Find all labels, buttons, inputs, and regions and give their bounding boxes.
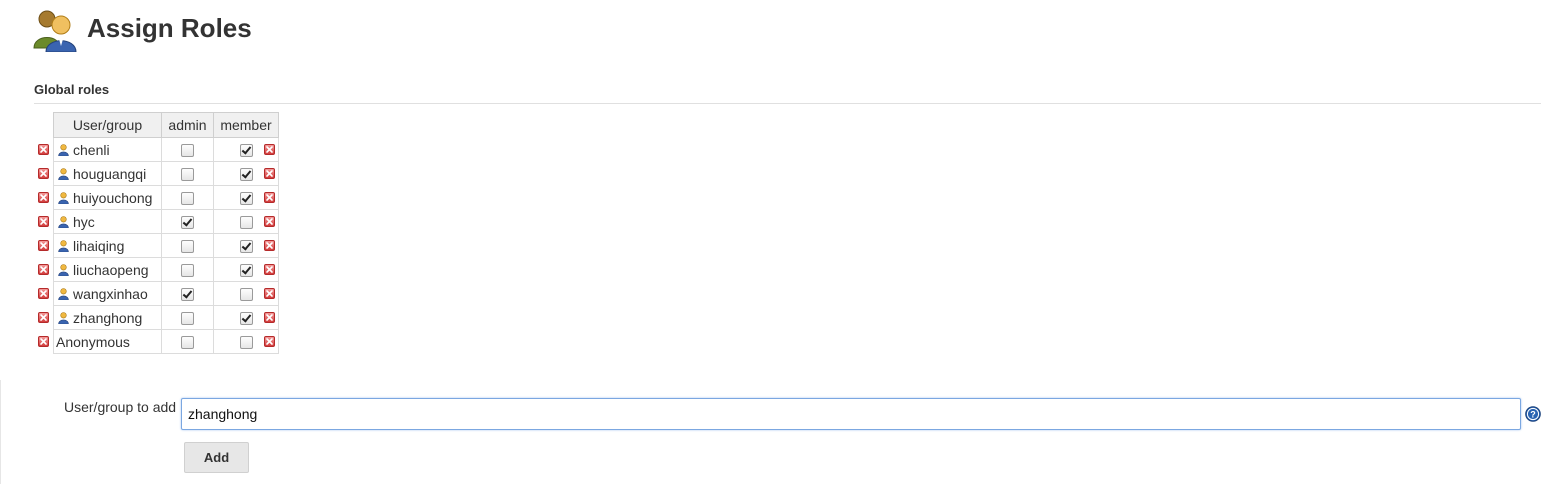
user-name: hyc	[73, 213, 95, 230]
delete-row-left-icon[interactable]	[38, 336, 49, 347]
user-name: zhanghong	[73, 309, 143, 326]
delete-row-left-icon[interactable]	[38, 144, 49, 155]
member-checkbox[interactable]	[239, 288, 253, 302]
delete-row-right-icon[interactable]	[264, 336, 275, 347]
delete-row-left-icon[interactable]	[38, 216, 49, 227]
user-group-cell: houguangqi	[53, 161, 162, 186]
delete-row-left-icon[interactable]	[38, 168, 49, 179]
admin-checkbox[interactable]	[181, 168, 194, 182]
user-name: lihaiqing	[73, 237, 125, 254]
user-icon	[58, 191, 69, 204]
admin-cell	[161, 305, 214, 330]
table-row: lihaiqing	[53, 233, 279, 258]
delete-row-right-icon[interactable]	[264, 240, 275, 251]
user-group-cell: zhanghong	[53, 305, 162, 330]
user-name: houguangqi	[73, 165, 147, 182]
user-icon	[58, 215, 69, 228]
table-row: wangxinhao	[53, 281, 279, 306]
member-checkbox[interactable]	[239, 168, 253, 182]
table-body: chenli houguangqi huiyouchong hyc lihaiqing l…	[53, 137, 279, 354]
delete-row-left-icon[interactable]	[38, 312, 49, 323]
table-header-row: User/group admin member	[53, 112, 279, 138]
admin-checkbox[interactable]	[181, 336, 194, 350]
admin-cell	[161, 137, 214, 162]
delete-row-right-icon[interactable]	[264, 312, 275, 323]
user-group-cell: chenli	[53, 137, 162, 162]
delete-row-left-icon[interactable]	[38, 192, 49, 203]
table-row: houguangqi	[53, 161, 279, 186]
user-group-cell: hyc	[53, 209, 162, 234]
delete-row-right-icon[interactable]	[264, 144, 275, 155]
user-icon	[58, 263, 69, 276]
admin-cell	[161, 185, 214, 210]
member-checkbox[interactable]	[239, 264, 253, 278]
user-group-cell: lihaiqing	[53, 233, 162, 258]
user-icon	[58, 287, 69, 300]
user-group-icon	[32, 8, 78, 53]
user-group-cell: wangxinhao	[53, 281, 162, 306]
add-user-input[interactable]	[181, 398, 1521, 430]
table-row: chenli	[53, 137, 279, 162]
delete-row-right-icon[interactable]	[264, 168, 275, 179]
add-button[interactable]: Add	[184, 442, 249, 473]
add-user-label: User/group to add	[64, 399, 177, 415]
member-checkbox[interactable]	[239, 312, 253, 326]
admin-cell	[161, 257, 214, 282]
member-checkbox[interactable]	[239, 144, 253, 158]
svg-text:?: ?	[1530, 410, 1536, 420]
user-group-cell: huiyouchong	[53, 185, 162, 210]
member-checkbox[interactable]	[239, 216, 253, 230]
member-checkbox[interactable]	[239, 240, 253, 254]
admin-cell	[161, 209, 214, 234]
delete-row-right-icon[interactable]	[264, 216, 275, 227]
admin-checkbox[interactable]	[181, 288, 194, 302]
user-group-cell: Anonymous	[53, 329, 162, 354]
admin-checkbox[interactable]	[181, 312, 194, 326]
section-title-global-roles: Global roles	[34, 82, 110, 97]
user-icon	[58, 239, 69, 252]
help-icon[interactable]: ?	[1525, 406, 1541, 422]
member-checkbox[interactable]	[239, 192, 253, 206]
user-name: Anonymous	[56, 333, 130, 350]
assign-roles-page: Assign Roles Global roles User/group adm…	[0, 0, 1556, 484]
user-name: chenli	[73, 141, 110, 158]
admin-cell	[161, 281, 214, 306]
table-row: zhanghong	[53, 305, 279, 330]
user-name: wangxinhao	[73, 285, 148, 302]
admin-cell	[161, 233, 214, 258]
admin-checkbox[interactable]	[181, 192, 194, 206]
delete-row-left-icon[interactable]	[38, 240, 49, 251]
left-divider	[0, 380, 1, 484]
user-icon	[58, 143, 69, 156]
table-row: huiyouchong	[53, 185, 279, 210]
admin-cell	[161, 329, 214, 354]
admin-checkbox[interactable]	[181, 240, 194, 254]
delete-row-right-icon[interactable]	[264, 264, 275, 275]
page-title: Assign Roles	[87, 13, 252, 43]
user-name: huiyouchong	[73, 189, 153, 206]
column-header-member: member	[213, 112, 279, 138]
user-icon	[58, 167, 69, 180]
admin-cell	[161, 161, 214, 186]
admin-checkbox[interactable]	[181, 144, 194, 158]
delete-row-right-icon[interactable]	[264, 192, 275, 203]
user-name: liuchaopeng	[73, 261, 149, 278]
member-checkbox[interactable]	[239, 336, 253, 350]
user-group-cell: liuchaopeng	[53, 257, 162, 282]
column-header-admin: admin	[161, 112, 214, 138]
table-row: liuchaopeng	[53, 257, 279, 282]
admin-checkbox[interactable]	[181, 264, 194, 278]
user-icon	[58, 311, 69, 324]
section-divider	[34, 103, 1541, 104]
admin-checkbox[interactable]	[181, 216, 194, 230]
global-roles-table: User/group admin member chenli houguangqi…	[53, 112, 279, 354]
delete-row-left-icon[interactable]	[38, 288, 49, 299]
delete-row-right-icon[interactable]	[264, 288, 275, 299]
table-row: Anonymous	[53, 329, 279, 354]
table-row: hyc	[53, 209, 279, 234]
delete-row-left-icon[interactable]	[38, 264, 49, 275]
column-header-user-group: User/group	[53, 112, 162, 138]
